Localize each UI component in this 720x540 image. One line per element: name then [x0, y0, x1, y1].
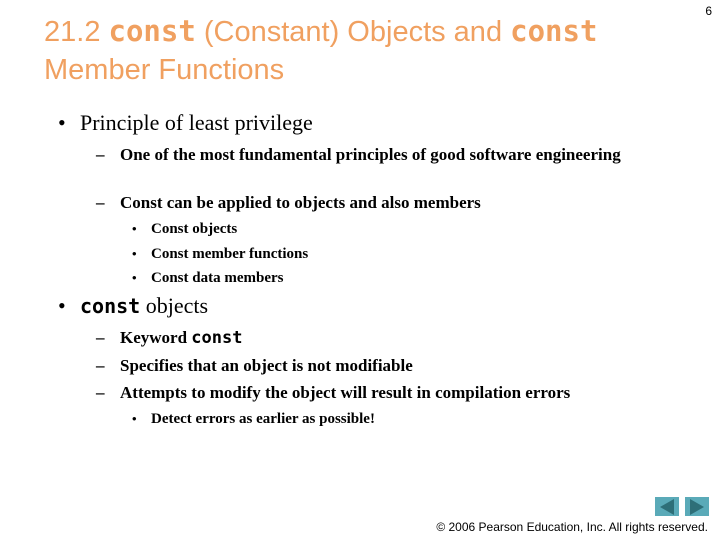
dash-icon: – — [96, 356, 105, 375]
dash-icon: – — [96, 193, 105, 212]
sub-bullet-item: – Const can be applied to objects and al… — [96, 193, 656, 213]
bullet-icon: • — [132, 246, 137, 261]
sub-bullet-item: – Specifies that an object is not modifi… — [96, 356, 656, 376]
bullet-icon: • — [132, 221, 137, 236]
dash-icon: – — [96, 328, 105, 347]
sub-sub-bullet-item: • Const objects — [132, 220, 237, 238]
slide-number: 6 — [705, 4, 712, 18]
sub-bullet-item: – One of the most fundamental principles… — [96, 145, 656, 165]
dash-icon: – — [96, 383, 105, 402]
slide-navigation — [655, 497, 709, 516]
bullet-item: • Principle of least privilege — [58, 111, 313, 135]
sub-sub-bullet-item: • Const member functions — [132, 245, 308, 263]
bullet-icon: • — [58, 110, 66, 135]
code-keyword: const — [191, 328, 243, 348]
title-code-keyword: const — [108, 14, 196, 48]
bullet-text: objects — [140, 293, 209, 318]
title-code-keyword: const — [510, 14, 598, 48]
bullet-icon: • — [132, 270, 137, 285]
bullet-icon: • — [58, 293, 66, 318]
sub-sub-bullet-text: Detect errors as earlier as possible! — [151, 411, 375, 427]
triangle-left-icon — [660, 498, 674, 515]
next-slide-button[interactable] — [685, 497, 709, 516]
title-middle: (Constant) Objects and — [195, 16, 511, 48]
sub-bullet-item: – Keyword const — [96, 328, 656, 348]
sub-sub-bullet-text: Const member functions — [151, 246, 309, 262]
sub-bullet-text: Specifies that an object is not modifiab… — [120, 356, 413, 375]
sub-sub-bullet-item: • Detect errors as earlier as possible! — [132, 410, 375, 428]
triangle-right-icon — [690, 498, 704, 515]
slide-title: 21.2 const (Constant) Objects and const … — [44, 12, 694, 89]
sub-bullet-text: One of the most fundamental principles o… — [120, 145, 621, 164]
sub-bullet-text: Const can be applied to objects and also… — [120, 193, 481, 212]
sub-bullet-text: Keyword — [120, 328, 192, 347]
previous-slide-button[interactable] — [655, 497, 679, 516]
title-line2: Member Functions — [44, 54, 285, 86]
code-keyword: const — [80, 294, 141, 318]
copyright-notice: © 2006 Pearson Education, Inc. All right… — [436, 520, 708, 534]
sub-sub-bullet-text: Const objects — [151, 221, 238, 237]
sub-bullet-text: Attempts to modify the object will resul… — [120, 383, 571, 402]
bullet-text: Principle of least privilege — [80, 110, 313, 135]
sub-sub-bullet-text: Const data members — [151, 270, 284, 286]
title-prefix: 21.2 — [44, 16, 109, 48]
sub-sub-bullet-item: • Const data members — [132, 269, 284, 287]
sub-bullet-item: – Attempts to modify the object will res… — [96, 383, 696, 403]
dash-icon: – — [96, 145, 105, 164]
bullet-icon: • — [132, 411, 137, 426]
bullet-item: • const objects — [58, 293, 209, 319]
